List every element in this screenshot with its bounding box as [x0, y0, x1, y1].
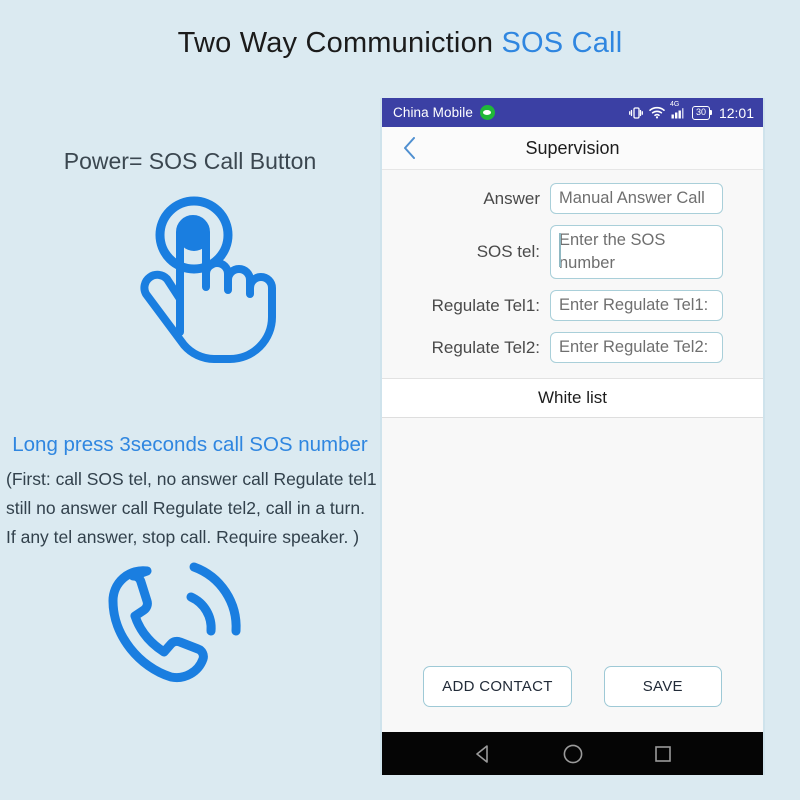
battery-level-label: 30 [695, 107, 706, 117]
note-line-2: still no answer call Regulate tel2, call… [6, 498, 365, 518]
app-bar: Supervision [382, 127, 763, 170]
instructions-panel: Power= SOS Call Button Long press 3secon… [0, 100, 380, 780]
power-button-label: Power= SOS Call Button [63, 148, 317, 174]
page-title: Two Way Communiction SOS Call [0, 27, 800, 60]
regulate-tel1-label: Regulate Tel1: [431, 295, 540, 315]
tap-gesture-icon [118, 182, 278, 367]
answer-label: Answer [483, 188, 540, 208]
answer-mode-field[interactable]: Manual Answer Call [550, 183, 723, 214]
save-button[interactable]: SAVE [603, 665, 722, 707]
form-row-answer: Answer Manual Answer Call [382, 183, 763, 214]
form-row-regulate-tel2: Regulate Tel2: Enter Regulate Tel2: [382, 332, 763, 363]
carrier-label: China Mobile [393, 105, 473, 120]
long-press-label: Long press 3seconds call SOS number [12, 433, 368, 456]
signal-bars-icon: 4G [670, 101, 686, 119]
phone-mockup: China Mobile 4G 30 12:01 Supervision Ans… [380, 98, 765, 775]
wechat-icon [480, 105, 495, 120]
nav-back-triangle-icon[interactable] [473, 744, 493, 764]
sos-tel-input[interactable]: Enter the SOS number [550, 225, 723, 279]
behaviour-note: (First: call SOS tel, no answer call Reg… [6, 465, 386, 552]
status-icons: 4G 30 12:01 [628, 101, 754, 121]
regulate-tel2-label: Regulate Tel2: [431, 337, 540, 357]
sos-tel-label: SOS tel: [476, 242, 540, 261]
text-caret [559, 233, 561, 267]
regulate-tel1-input[interactable]: Enter Regulate Tel1: [550, 290, 723, 321]
nav-recents-square-icon[interactable] [653, 744, 673, 764]
whitelist-contacts-list [382, 418, 763, 646]
form-row-regulate-tel1: Regulate Tel1: Enter Regulate Tel1: [382, 290, 763, 321]
regulate-tel1-placeholder: Enter Regulate Tel1: [559, 296, 709, 314]
supervision-form: Answer Manual Answer Call SOS tel: Enter… [382, 170, 763, 379]
page-title-accent: SOS Call [501, 27, 623, 59]
vibrate-icon [628, 106, 643, 119]
page-title-main: Two Way Communiction [177, 27, 502, 59]
answer-mode-value: Manual Answer Call [559, 189, 705, 207]
form-row-sos-tel: SOS tel: Enter the SOS number [382, 225, 763, 279]
note-line-1: (First: call SOS tel, no answer call Reg… [6, 469, 377, 489]
regulate-tel2-input[interactable]: Enter Regulate Tel2: [550, 332, 723, 363]
network-type-label: 4G [669, 101, 680, 108]
sos-tel-placeholder: Enter the SOS number [559, 231, 666, 272]
android-nav-bar [382, 732, 763, 775]
note-line-3: If any tel answer, stop call. Require sp… [6, 527, 360, 547]
whitelist-label: White list [538, 388, 607, 407]
status-clock: 12:01 [718, 104, 754, 121]
chevron-left-icon[interactable] [392, 127, 426, 169]
battery-indicator: 30 [691, 105, 713, 120]
phone-ringing-icon [95, 555, 270, 690]
app-bar-title: Supervision [525, 137, 620, 158]
add-contact-button[interactable]: ADD CONTACT [423, 665, 572, 707]
whitelist-section-header[interactable]: White list [382, 379, 763, 418]
action-bar: ADD CONTACT SAVE [382, 646, 763, 732]
wifi-icon [649, 106, 665, 119]
nav-home-circle-icon[interactable] [562, 743, 584, 765]
regulate-tel2-placeholder: Enter Regulate Tel2: [559, 338, 709, 356]
status-bar: China Mobile 4G 30 12:01 [382, 98, 763, 127]
